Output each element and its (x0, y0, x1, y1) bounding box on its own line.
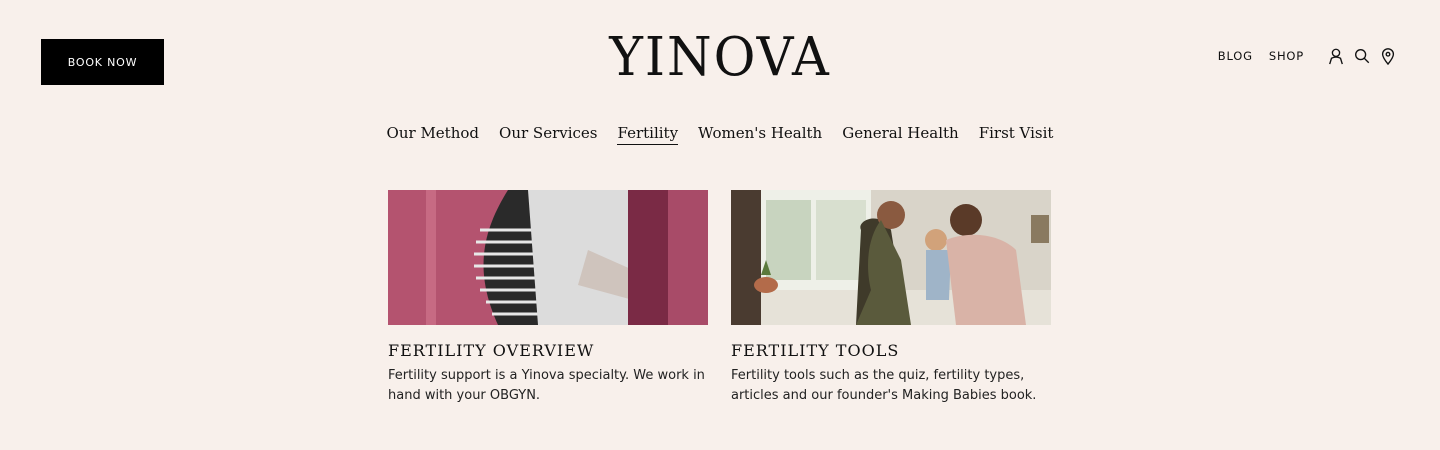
fertility-tools-card[interactable]: FERTILITY TOOLS Fertility tools such as … (731, 190, 1051, 406)
fertility-tools-title[interactable]: FERTILITY TOOLS (731, 341, 1051, 360)
user-icon[interactable] (1326, 46, 1346, 66)
fertility-overview-title[interactable]: FERTILITY OVERVIEW (388, 341, 708, 360)
nav-womens-health[interactable]: Women's Health (698, 124, 822, 145)
fertility-tools-description: Fertility tools such as the quiz, fertil… (731, 368, 1037, 403)
shop-link[interactable]: SHOP (1269, 49, 1304, 63)
main-nav: Our Method Our Services Fertility Women'… (0, 124, 1440, 145)
nav-general-health[interactable]: General Health (842, 124, 958, 145)
nav-our-method[interactable]: Our Method (387, 124, 479, 145)
utility-links: BLOG SHOP (1218, 44, 1398, 68)
nav-our-services[interactable]: Our Services (499, 124, 597, 145)
yinova-logo[interactable]: YINOVA (560, 27, 880, 89)
fertility-overview-description: Fertility support is a Yinova specialty.… (388, 368, 705, 403)
fertility-overview-image[interactable] (388, 190, 708, 325)
search-icon[interactable] (1352, 46, 1372, 66)
fertility-overview-card[interactable]: FERTILITY OVERVIEW Fertility support is … (388, 190, 708, 406)
book-now-button[interactable]: BOOK NOW (41, 39, 164, 85)
nav-first-visit[interactable]: First Visit (979, 124, 1054, 145)
blog-link[interactable]: BLOG (1218, 49, 1253, 63)
nav-fertility[interactable]: Fertility (617, 124, 679, 145)
fertility-tools-image[interactable] (731, 190, 1051, 325)
location-pin-icon[interactable] (1378, 46, 1398, 66)
